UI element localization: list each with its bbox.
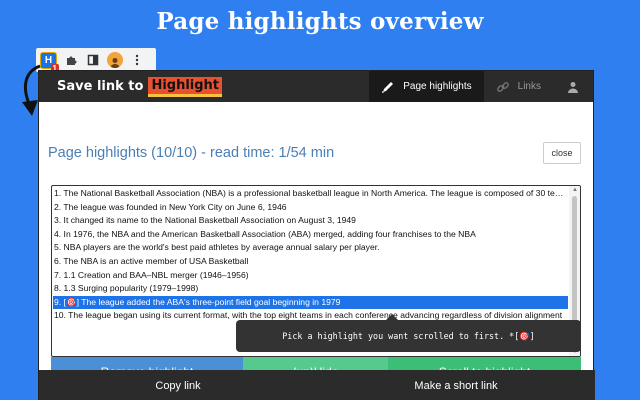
list-item[interactable]: 8. 1.3 Surging popularity (1979–1998)	[53, 282, 568, 296]
list-item[interactable]: 3. It changed its name to the National B…	[53, 214, 568, 228]
copy-link-button[interactable]: Copy link	[39, 380, 317, 392]
page-headline: Page highlights overview	[156, 8, 484, 35]
link-icon	[496, 81, 509, 92]
popup-body: Page highlights (10/10) - read time: 1/5…	[39, 102, 593, 400]
sidepanel-icon[interactable]	[85, 52, 101, 68]
tab-links[interactable]: Links	[484, 71, 553, 102]
user-account-icon[interactable]	[553, 71, 593, 102]
tab-page-highlights-label: Page highlights	[403, 81, 472, 92]
puzzle-icon[interactable]	[63, 52, 79, 68]
page-title: Page highlights (10/10) - read time: 1/5…	[48, 145, 335, 161]
list-item[interactable]: 4. In 1976, the NBA and the American Bas…	[53, 228, 568, 242]
pen-icon	[382, 81, 394, 93]
highlights-list: 1. The National Basketball Association (…	[52, 186, 568, 323]
list-item[interactable]: 6. The NBA is an active member of USA Ba…	[53, 255, 568, 269]
brand-prefix: Save link to	[57, 79, 144, 94]
extension-popup: Save link to Highlight Page highlights L…	[38, 70, 595, 400]
list-item[interactable]: 9. [🎯] The league added the ABA's three-…	[53, 295, 568, 310]
tooltip: Pick a highlight you want scrolled to fi…	[236, 314, 581, 352]
brand-logo: Save link to Highlight	[39, 71, 223, 102]
scroll-up-icon[interactable]: ▲	[572, 187, 578, 193]
close-button[interactable]: close	[543, 142, 581, 164]
list-item[interactable]: 2. The league was founded in New York Ci…	[53, 201, 568, 215]
popup-footer: Copy link Make a short link	[39, 370, 595, 400]
profile-avatar-icon[interactable]	[107, 52, 123, 68]
short-link-button[interactable]: Make a short link	[317, 380, 595, 392]
list-item[interactable]: 5. NBA players are the world's best paid…	[53, 241, 568, 255]
popup-header: Save link to Highlight Page highlights L…	[39, 71, 593, 102]
tab-links-label: Links	[517, 81, 541, 92]
kebab-menu-icon[interactable]	[129, 52, 145, 68]
brand-highlight-word: Highlight	[148, 76, 223, 97]
list-item[interactable]: 7. 1.1 Creation and BAA–NBL merger (1946…	[53, 269, 568, 283]
tab-page-highlights[interactable]: Page highlights	[369, 71, 484, 102]
list-item[interactable]: 1. The National Basketball Association (…	[53, 187, 568, 201]
